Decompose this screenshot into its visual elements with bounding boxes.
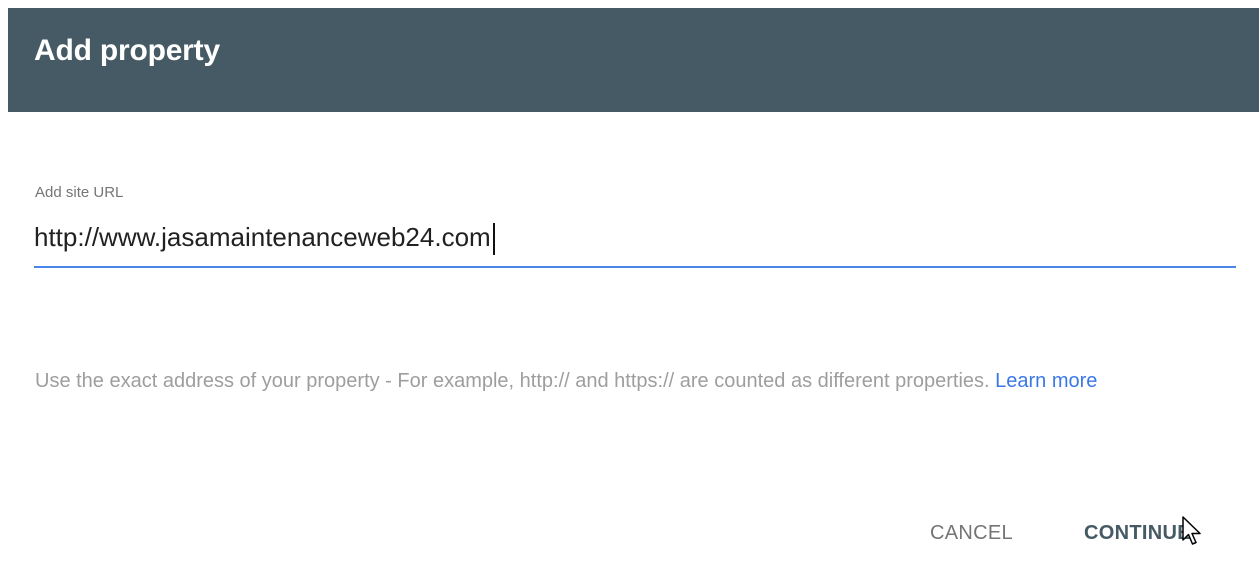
site-url-label: Add site URL <box>35 184 124 201</box>
input-underline <box>34 266 1236 268</box>
dialog-title: Add property <box>34 34 220 67</box>
site-url-input[interactable]: http://www.jasamaintenanceweb24.com <box>34 222 495 262</box>
continue-button[interactable]: CONTINUE <box>1084 522 1191 545</box>
helper-text-body: Use the exact address of your property -… <box>35 370 996 392</box>
site-url-value[interactable]: http://www.jasamaintenanceweb24.com <box>34 222 491 253</box>
mouse-pointer-icon <box>1182 516 1201 545</box>
dialog-header: Add property <box>8 8 1259 112</box>
text-caret <box>492 223 495 255</box>
helper-text: Use the exact address of your property -… <box>35 365 1245 398</box>
learn-more-link[interactable]: Learn more <box>995 370 1097 392</box>
cancel-button[interactable]: CANCEL <box>930 522 1013 545</box>
add-property-dialog: Add property Add site URL http://www.jas… <box>0 0 1259 563</box>
